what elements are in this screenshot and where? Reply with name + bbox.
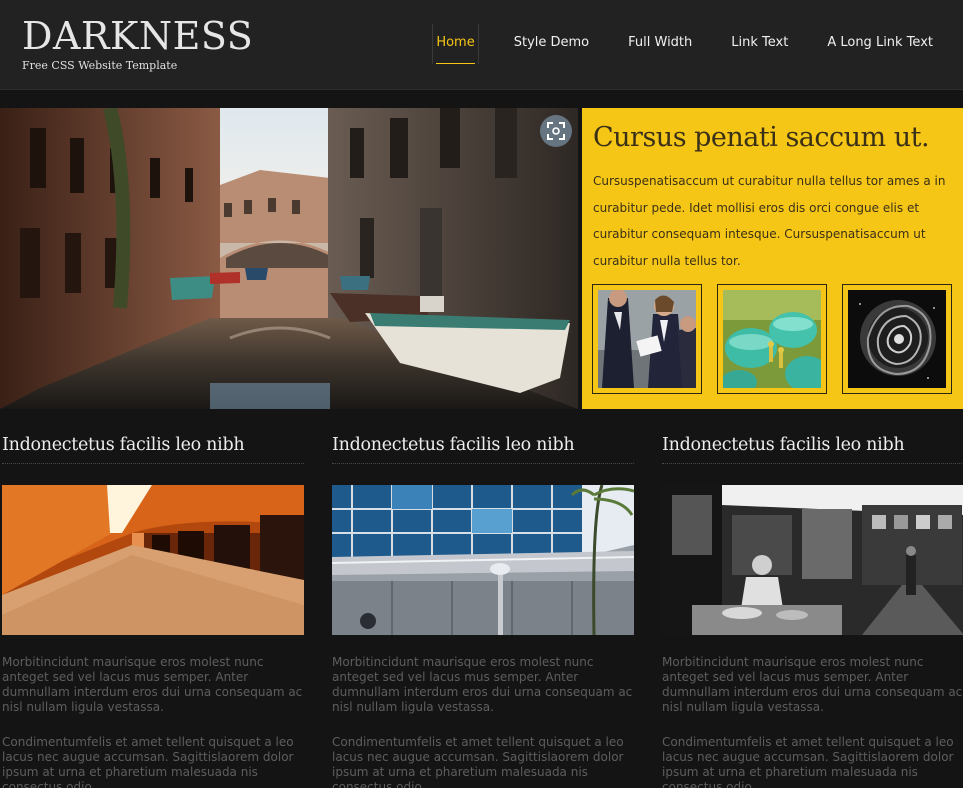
column-1: Indonectetus facilis leo nibh Morbitinci… (2, 428, 304, 788)
main-nav: Home Style Demo Full Width Link Text A L… (417, 0, 953, 88)
market-stall-photo[interactable] (662, 485, 963, 635)
featured-title: Cursus penati saccum ut. (593, 122, 930, 153)
nav-item-long-link-text[interactable]: A Long Link Text (827, 24, 933, 64)
nav-item-link-text[interactable]: Link Text (731, 24, 788, 64)
column-2: Indonectetus facilis leo nibh Morbitinci… (332, 428, 634, 788)
column-paragraph: Condimentumfelis et amet tellent quisque… (662, 735, 954, 788)
canal-photo (0, 108, 578, 409)
building-facade-photo[interactable] (332, 485, 634, 635)
green-domes-thumb[interactable] (717, 284, 827, 394)
column-paragraph: Condimentumfelis et amet tellent quisque… (2, 735, 294, 788)
column-paragraph: Morbitincidunt maurisque eros molest nun… (662, 655, 963, 714)
column-3: Indonectetus facilis leo nibh Morbitinci… (662, 428, 963, 788)
column-paragraph: Morbitincidunt maurisque eros molest nun… (332, 655, 633, 714)
site-tagline: Free CSS Website Template (22, 59, 178, 72)
site-logo-title[interactable]: DARKNESS (22, 14, 253, 58)
nav-item-style-demo[interactable]: Style Demo (514, 24, 589, 64)
featured-panel: Cursus penati saccum ut. Cursuspenatisac… (582, 108, 963, 409)
site-header: DARKNESS Free CSS Website Template Home … (0, 0, 963, 90)
featured-text: Cursuspenatisaccum ut curabitur nulla te… (593, 174, 946, 268)
expand-icon[interactable] (540, 115, 572, 147)
featured-thumbnails (592, 284, 963, 394)
column-title[interactable]: Indonectetus facilis leo nibh (332, 428, 634, 464)
nav-item-full-width[interactable]: Full Width (628, 24, 692, 64)
orange-tunnel-photo[interactable] (2, 485, 304, 635)
nav-item-home[interactable]: Home (432, 24, 480, 64)
column-paragraph: Morbitincidunt maurisque eros molest nun… (2, 655, 303, 714)
hero-section: Cursus penati saccum ut. Cursuspenatisac… (0, 108, 963, 410)
black-rose-thumb[interactable] (842, 284, 952, 394)
column-title[interactable]: Indonectetus facilis leo nibh (2, 428, 304, 464)
business-people-thumb[interactable] (592, 284, 702, 394)
column-paragraph: Condimentumfelis et amet tellent quisque… (332, 735, 624, 788)
column-title[interactable]: Indonectetus facilis leo nibh (662, 428, 963, 464)
